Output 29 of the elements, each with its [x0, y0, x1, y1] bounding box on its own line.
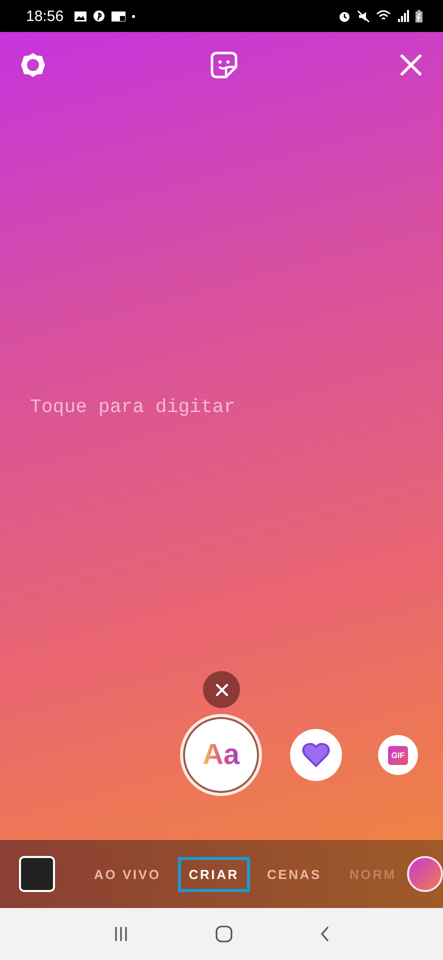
image-icon: [74, 10, 87, 22]
mode-tab[interactable]: CENAS: [256, 856, 332, 892]
battery-icon: [415, 10, 423, 22]
alarm-icon: [338, 10, 351, 22]
gradient-canvas[interactable]: Toque para digitar Aa GIF: [0, 32, 443, 840]
settings-icon[interactable]: [19, 51, 47, 79]
pin-icon: [92, 10, 105, 22]
back-icon[interactable]: [320, 926, 330, 942]
recent-apps-icon[interactable]: [113, 926, 130, 942]
text-placeholder[interactable]: Toque para digitar: [30, 396, 236, 418]
gradient-color-button[interactable]: [407, 856, 443, 892]
heart-button[interactable]: [290, 729, 342, 781]
text-style-button[interactable]: Aa: [180, 714, 262, 796]
status-time: 18:56: [26, 8, 64, 24]
wifi-icon: [376, 10, 391, 22]
discard-button[interactable]: [203, 671, 240, 708]
sticker-icon[interactable]: [210, 51, 238, 79]
close-icon: [214, 682, 228, 696]
mode-tab[interactable]: CRIAR: [178, 856, 250, 892]
close-icon[interactable]: [400, 54, 422, 76]
mute-icon: [357, 10, 370, 22]
gif-button[interactable]: GIF: [378, 735, 418, 775]
heart-icon: [302, 742, 330, 768]
card-icon: [110, 10, 126, 22]
dot-icon: [132, 14, 135, 18]
home-icon[interactable]: [215, 925, 234, 943]
gallery-thumbnail[interactable]: [19, 856, 55, 892]
signal-icon: [397, 10, 409, 22]
mode-tab[interactable]: AO VIVO: [83, 856, 172, 892]
